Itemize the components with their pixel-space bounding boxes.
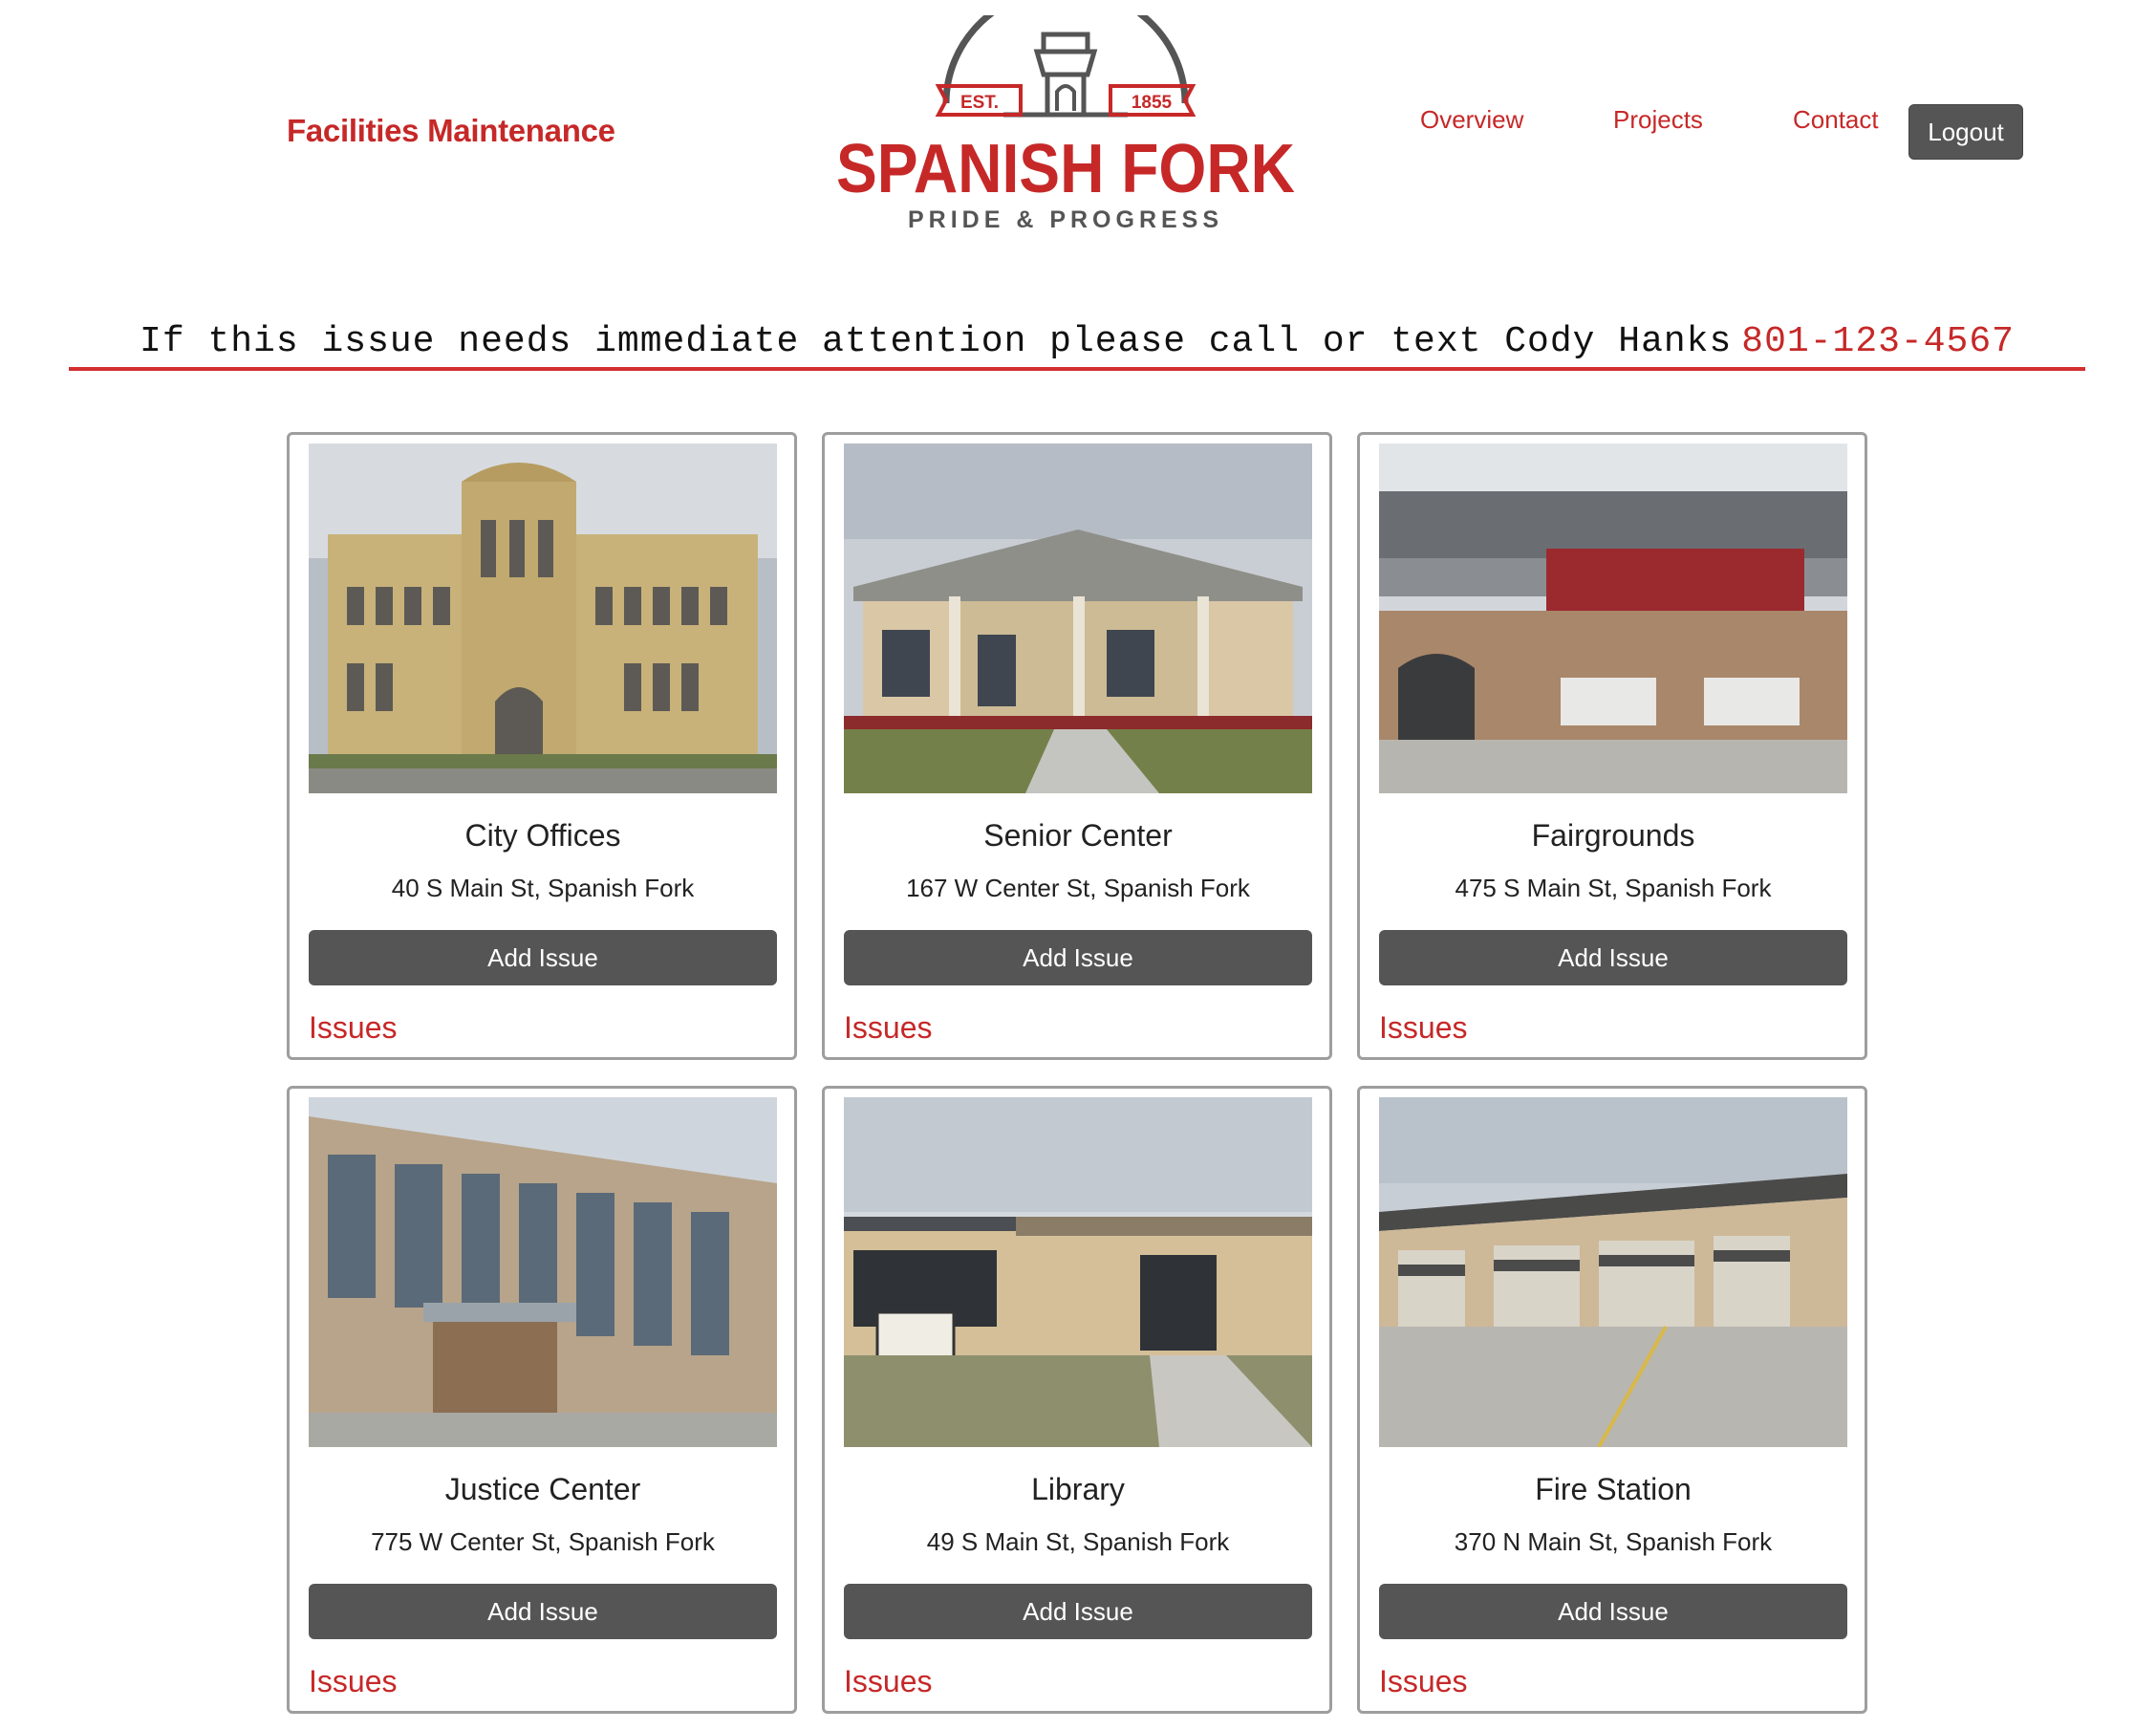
nav-contact[interactable]: Contact	[1793, 105, 1879, 135]
facility-name: Senior Center	[983, 818, 1173, 853]
facility-photo	[309, 1097, 777, 1447]
facility-card-library: Library 49 S Main St, Spanish Fork Add I…	[822, 1086, 1332, 1714]
issues-link[interactable]: Issues	[309, 1010, 397, 1046]
issues-link[interactable]: Issues	[309, 1664, 397, 1699]
facility-card-city-offices: City Offices 40 S Main St, Spanish Fork …	[287, 432, 797, 1060]
facility-card-fire-station: Fire Station 370 N Main St, Spanish Fork…	[1357, 1086, 1867, 1714]
facility-name: Fairgrounds	[1531, 818, 1695, 853]
add-issue-button[interactable]: Add Issue	[1379, 930, 1847, 985]
facility-address: 40 S Main St, Spanish Fork	[391, 874, 695, 902]
add-issue-button[interactable]: Add Issue	[1379, 1584, 1847, 1639]
facility-name: City Offices	[464, 818, 621, 853]
issues-link[interactable]: Issues	[1379, 1664, 1467, 1699]
alert-phone[interactable]: 801-123-4567	[1741, 321, 2015, 362]
facility-photo	[1379, 1097, 1847, 1447]
facility-photo	[844, 443, 1312, 793]
add-issue-button[interactable]: Add Issue	[309, 1584, 777, 1639]
facility-name: Fire Station	[1535, 1472, 1692, 1506]
issues-link[interactable]: Issues	[844, 1664, 932, 1699]
facility-name: Library	[1031, 1472, 1125, 1506]
add-issue-button[interactable]: Add Issue	[309, 930, 777, 985]
logo-tagline-text: PRIDE & PROGRESS	[908, 206, 1223, 233]
issues-link[interactable]: Issues	[844, 1010, 932, 1046]
facility-card-fairgrounds: Fairgrounds 475 S Main St, Spanish Fork …	[1357, 432, 1867, 1060]
facility-card-senior-center: Senior Center 167 W Center St, Spanish F…	[822, 432, 1332, 1060]
nav-projects[interactable]: Projects	[1613, 105, 1703, 135]
facility-name: Justice Center	[444, 1472, 641, 1506]
facility-address: 475 S Main St, Spanish Fork	[1455, 874, 1772, 902]
site-header: Facilities Maintenance EST. 1855 SPANISH…	[0, 0, 2156, 277]
facility-photo	[844, 1097, 1312, 1447]
alert-text: If this issue needs immediate attention …	[140, 321, 1733, 362]
add-issue-button[interactable]: Add Issue	[844, 1584, 1312, 1639]
facility-card-justice-center: Justice Center 775 W Center St, Spanish …	[287, 1086, 797, 1714]
nav-overview[interactable]: Overview	[1420, 105, 1523, 135]
main-nav: Overview Projects Contact Logout	[0, 104, 2156, 162]
facility-photo	[1379, 443, 1847, 793]
facility-address: 775 W Center St, Spanish Fork	[371, 1527, 715, 1556]
facility-address: 49 S Main St, Spanish Fork	[926, 1527, 1230, 1556]
add-issue-button[interactable]: Add Issue	[844, 930, 1312, 985]
facility-address: 167 W Center St, Spanish Fork	[906, 874, 1250, 902]
facility-address: 370 N Main St, Spanish Fork	[1454, 1527, 1773, 1556]
facility-photo	[309, 443, 777, 793]
logout-button[interactable]: Logout	[1908, 104, 2023, 160]
urgent-contact-banner: If this issue needs immediate attention …	[69, 321, 2085, 371]
issues-link[interactable]: Issues	[1379, 1010, 1467, 1046]
